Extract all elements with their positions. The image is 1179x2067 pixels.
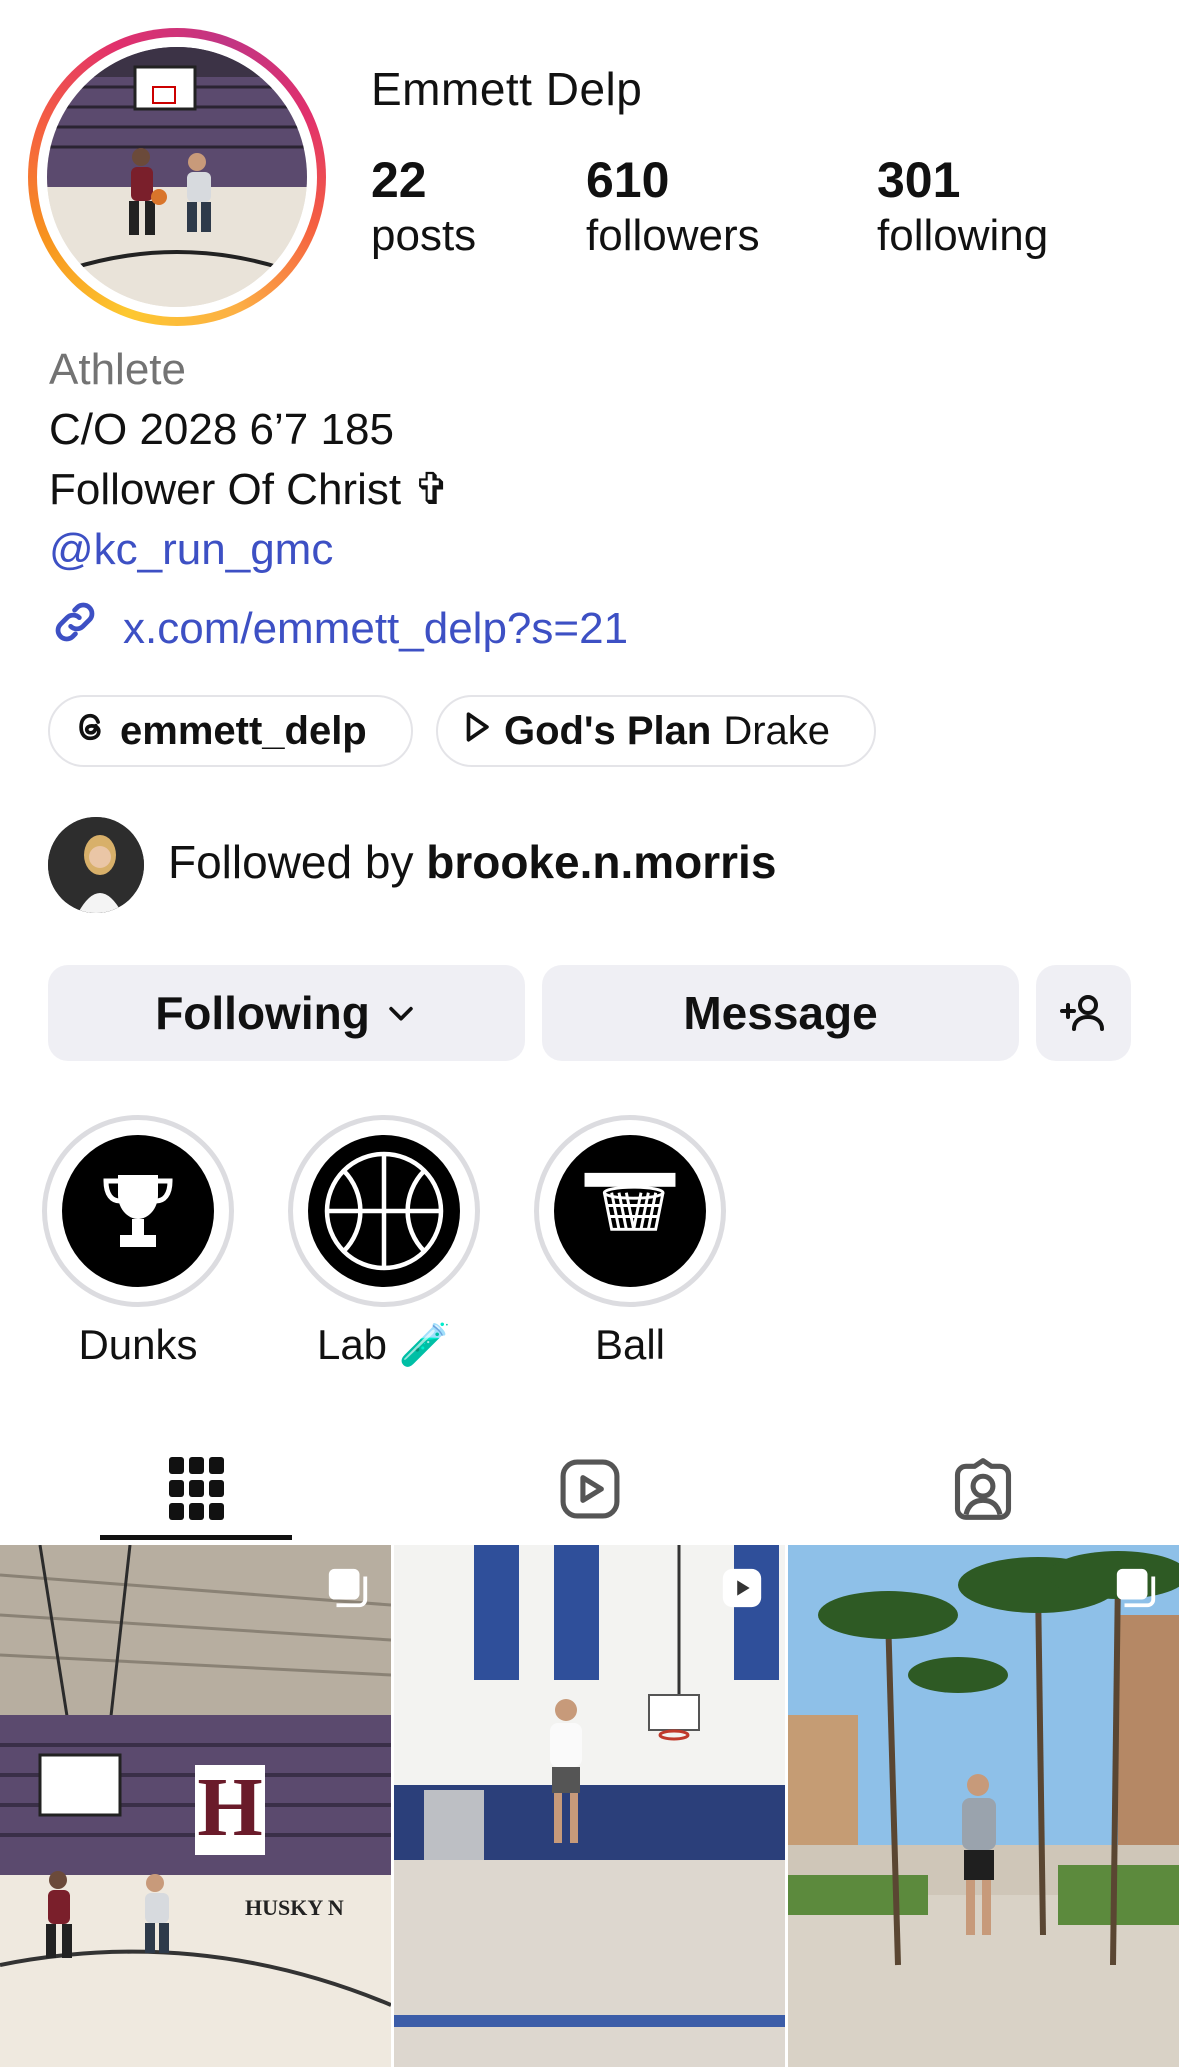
following-label: following <box>877 211 1049 260</box>
tab-reels[interactable] <box>393 1435 786 1543</box>
svg-text:H: H <box>197 1761 262 1854</box>
hoop-icon <box>554 1135 706 1287</box>
add-user-button[interactable] <box>1036 965 1131 1061</box>
posts-count: 22 <box>371 152 427 208</box>
followed-by-avatar[interactable] <box>48 817 144 913</box>
music-artist: Drake <box>723 708 831 753</box>
followed-by-name: brooke.n.morris <box>426 836 777 888</box>
followers-stat[interactable]: 610 followers <box>586 152 760 264</box>
message-button[interactable]: Message <box>542 965 1019 1061</box>
profile-username: Emmett Delp <box>371 63 643 115</box>
bio-link-text: x.com/emmett_delp?s=21 <box>123 604 629 653</box>
chevron-down-icon <box>384 996 418 1030</box>
posts-label: posts <box>371 211 477 260</box>
add-user-icon <box>1059 989 1108 1037</box>
threads-pill[interactable]: emmett_delp <box>48 695 413 767</box>
posts-stat[interactable]: 22 posts <box>371 152 476 264</box>
highlight-ball[interactable]: Ball <box>534 1115 726 1369</box>
basketball-icon <box>308 1135 460 1287</box>
play-icon <box>462 709 492 754</box>
tab-tagged[interactable] <box>786 1435 1179 1543</box>
tagged-icon <box>949 1455 1017 1523</box>
followers-label: followers <box>586 211 760 260</box>
threads-icon <box>74 709 108 754</box>
highlight-label-dunks: Dunks <box>78 1321 198 1368</box>
carousel-icon <box>1113 1565 1159 1616</box>
bio-mention-link[interactable]: @kc_run_gmc <box>49 522 333 578</box>
followed-by-text[interactable]: Followed by brooke.n.morris <box>168 835 776 889</box>
message-button-label: Message <box>683 987 878 1039</box>
bio-category: Athlete <box>49 345 186 394</box>
carousel-icon <box>325 1565 371 1616</box>
reels-icon <box>556 1455 624 1523</box>
following-stat[interactable]: 301 following <box>877 152 1048 264</box>
grid-icon <box>168 1457 225 1521</box>
following-count: 301 <box>877 152 961 208</box>
trophy-icon <box>62 1135 214 1287</box>
tab-grid[interactable] <box>0 1435 393 1543</box>
highlight-label-lab: Lab 🧪 <box>316 1321 452 1368</box>
followers-count: 610 <box>586 152 670 208</box>
grid-post-2[interactable] <box>394 1545 785 2067</box>
following-button-label: Following <box>155 987 370 1039</box>
highlight-lab[interactable]: Lab 🧪 <box>288 1115 480 1370</box>
followed-by-prefix: Followed by <box>168 836 414 888</box>
music-pill[interactable]: God's Plan Drake <box>436 695 876 767</box>
profile-avatar-ring[interactable] <box>28 28 326 326</box>
highlight-dunks[interactable]: Dunks <box>42 1115 234 1369</box>
following-button[interactable]: Following <box>48 965 525 1061</box>
active-tab-indicator <box>100 1535 292 1540</box>
bio-external-link[interactable]: x.com/emmett_delp?s=21 <box>49 596 628 662</box>
grid-post-1[interactable]: H HUSKY N <box>0 1545 391 2067</box>
bio-line-1: C/O 2028 6’7 185 <box>49 405 394 454</box>
reel-icon <box>719 1565 765 1616</box>
profile-avatar <box>47 47 307 307</box>
bio-line-2: Follower Of Christ ✞ <box>49 465 451 514</box>
threads-handle: emmett_delp <box>120 708 367 753</box>
link-icon <box>49 596 101 662</box>
highlight-label-ball: Ball <box>594 1321 666 1368</box>
grid-post-1-caption: HUSKY N <box>245 1895 344 1920</box>
music-song: God's Plan <box>504 708 712 753</box>
grid-post-3[interactable] <box>788 1545 1179 2067</box>
